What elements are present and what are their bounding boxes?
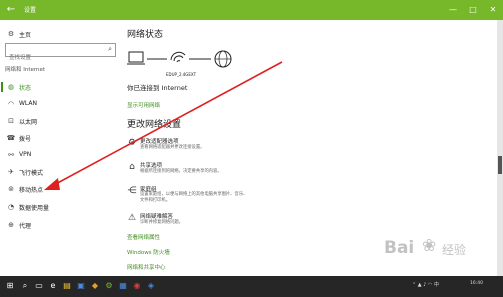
search-icon[interactable]: ⌕: [19, 280, 31, 292]
app-icon[interactable]: ◆: [89, 280, 101, 292]
app2-icon[interactable]: ▦: [117, 280, 129, 292]
tray-icons[interactable]: ⌃ ▲ ♪ ◠ 中: [412, 281, 439, 288]
start-icon[interactable]: ⊞: [4, 280, 16, 292]
paw-icon: ❀: [422, 236, 437, 256]
scrollbar[interactable]: [497, 20, 503, 276]
clock[interactable]: 16:40: [470, 281, 483, 286]
task-view-icon[interactable]: ▭: [33, 280, 45, 292]
taskbar: ⊞ ⌕ ▭ e ▤ ▣ ◆ ⚙ ▦ ◉ ◈ ⌃ ▲ ♪ ◠ 中 16:40: [0, 276, 503, 297]
edge-icon[interactable]: e: [47, 280, 59, 292]
store-icon[interactable]: ▣: [75, 280, 87, 292]
watermark-logo: Bai ❀ 经验: [384, 236, 467, 258]
scrollbar-thumb[interactable]: [498, 156, 502, 174]
app4-icon[interactable]: ◈: [145, 280, 157, 292]
settings-icon[interactable]: ⚙: [103, 280, 115, 292]
explorer-icon[interactable]: ▤: [61, 280, 73, 292]
app3-icon[interactable]: ◉: [131, 280, 143, 292]
